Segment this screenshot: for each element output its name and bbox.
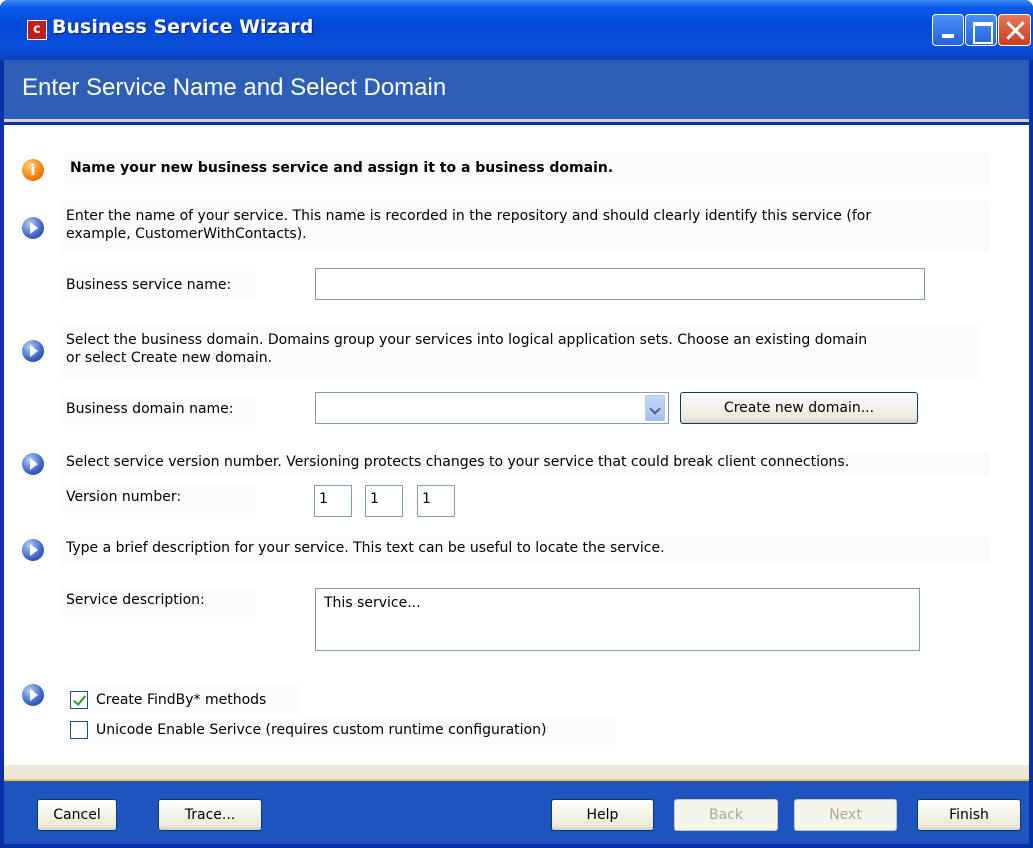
step-arrow-icon [22, 217, 44, 239]
info-icon: i [22, 159, 44, 181]
back-button[interactable]: Back [674, 799, 778, 831]
title-bar: c Business Service Wizard [0, 0, 1033, 60]
service-description-textarea[interactable]: This service... [315, 588, 920, 651]
findby-label[interactable]: Create FindBy* methods [96, 691, 266, 710]
close-button[interactable] [998, 14, 1031, 46]
minimize-button[interactable] [932, 14, 964, 46]
version-patch-input[interactable]: 1 [417, 485, 455, 517]
version-label: Version number: [66, 489, 182, 505]
domain-description-1: Select the business domain. Domains grou… [66, 332, 868, 348]
domain-description-2: or select Create new domain. [66, 350, 273, 366]
step-arrow-icon [22, 539, 44, 561]
description-description: Type a brief description for your servic… [66, 540, 665, 556]
intro-text: Name your new business service and assig… [70, 160, 614, 176]
service-name-description-1: Enter the name of your service. This nam… [66, 208, 872, 224]
wizard-window: c Business Service Wizard Enter Service … [0, 0, 1033, 848]
service-name-input[interactable] [315, 268, 925, 300]
unicode-checkbox[interactable] [70, 721, 88, 739]
domain-label: Business domain name: [66, 401, 234, 417]
version-major-input[interactable]: 1 [314, 485, 352, 517]
step-arrow-icon [22, 684, 44, 706]
footer-bar: Cancel Trace... Help Back Next Finish [4, 779, 1029, 844]
step-arrow-icon [22, 340, 44, 362]
domain-select[interactable] [315, 392, 669, 424]
next-button[interactable]: Next [794, 799, 897, 831]
footer-separator [4, 765, 1029, 779]
service-name-description-2: example, CustomerWithContacts). [66, 226, 307, 242]
trace-button[interactable]: Trace... [158, 799, 262, 831]
window-title: Business Service Wizard [52, 16, 314, 38]
description-label: Service description: [66, 592, 205, 608]
step-arrow-icon [22, 453, 44, 475]
create-new-domain-button[interactable]: Create new domain... [680, 392, 918, 424]
page-title: Enter Service Name and Select Domain [22, 74, 447, 101]
wizard-header: Enter Service Name and Select Domain [4, 60, 1029, 122]
findby-checkbox[interactable] [70, 691, 88, 709]
wizard-content: i Name your new business service and ass… [4, 125, 1029, 765]
app-icon: c [27, 20, 47, 40]
version-description: Select service version number. Versionin… [66, 454, 850, 470]
maximize-button[interactable] [965, 14, 997, 46]
version-minor-input[interactable]: 1 [365, 485, 403, 517]
service-name-label: Business service name: [66, 277, 232, 293]
help-button[interactable]: Help [551, 799, 654, 831]
cancel-button[interactable]: Cancel [37, 799, 117, 831]
unicode-label[interactable]: Unicode Enable Serivce (requires custom … [96, 721, 546, 740]
chevron-down-icon[interactable] [645, 395, 665, 421]
finish-button[interactable]: Finish [917, 799, 1021, 831]
